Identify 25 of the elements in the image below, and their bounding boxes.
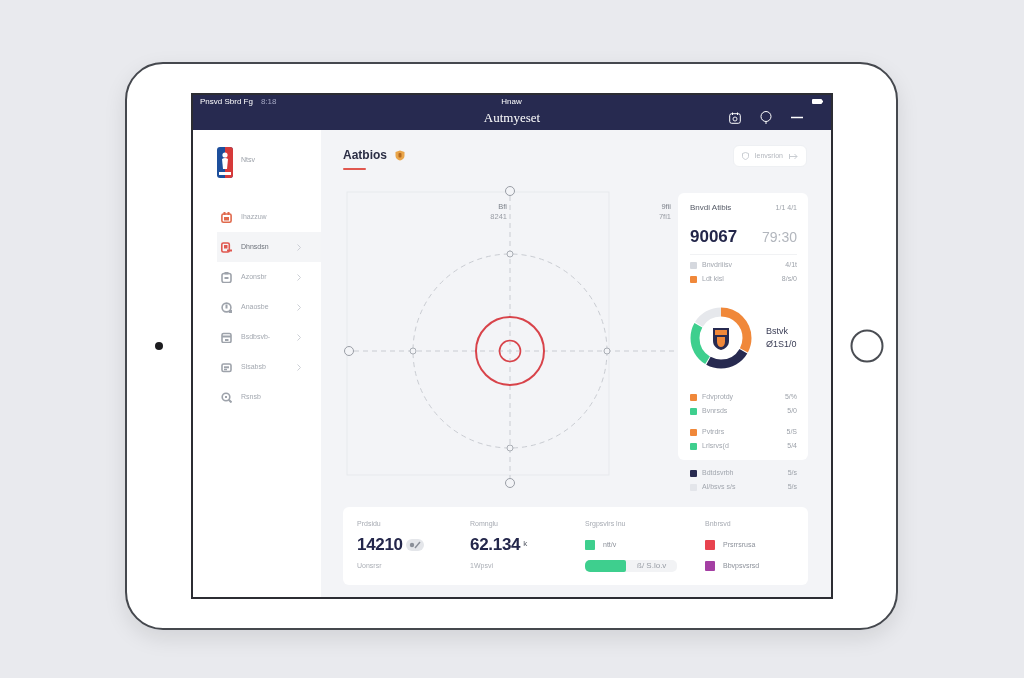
arrow-right-icon [789,152,798,160]
calendar-icon[interactable] [729,111,741,124]
page-heading: Aatbios [343,148,387,162]
emblem-icon [713,328,729,350]
stat-value: 62.134 [470,535,521,555]
pin-icon[interactable] [760,111,772,124]
progress-reading: ß/ S.lo.v [636,561,668,571]
shield-icon [395,149,405,161]
stat-unit: k [523,538,528,550]
camera-icon [155,342,163,350]
logo-icon [217,147,233,178]
minus-icon[interactable] [791,116,803,119]
carrier-text: Pnsvd Sbrd Fg [200,96,253,107]
battery-icon [812,99,823,104]
donut-value: Ø1S1/0 [766,338,797,351]
app-title: Autmyeset [483,110,541,125]
total-value: 90067 [690,227,738,247]
donut-caption: Bstvk [766,325,789,338]
time-value: 79:30 [761,228,797,247]
status-text: Hnaw [501,96,522,107]
stat-value: 14210 [357,535,403,555]
shield-icon [741,152,749,160]
card-title: Bnvdi Atibis [690,202,732,214]
clock-text: 8:18 [260,96,277,107]
home-button[interactable] [849,329,884,363]
